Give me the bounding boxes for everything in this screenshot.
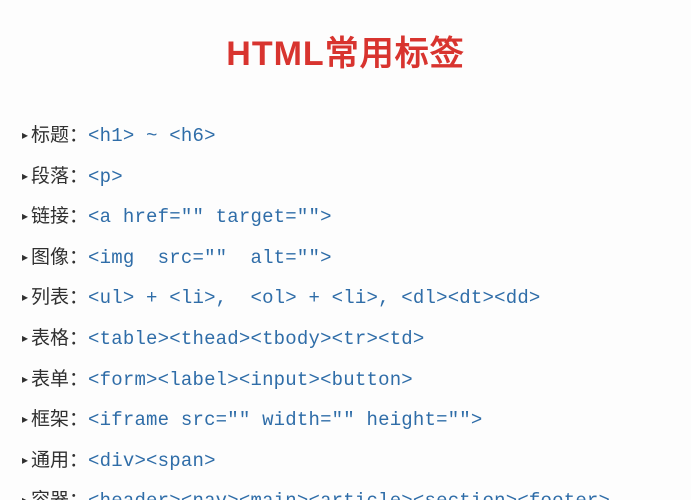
item-label: 表单： bbox=[31, 367, 88, 394]
item-code: <header><nav><main><article><section><fo… bbox=[88, 488, 610, 500]
bullet-icon: ▸ bbox=[22, 289, 28, 306]
item-code: <img src="" alt=""> bbox=[88, 245, 332, 272]
list-item: ▸ 链接： <a href="" target=""> bbox=[22, 204, 679, 231]
list-item: ▸ 列表： <ul> + <li>, <ol> + <li>, <dl><dt>… bbox=[22, 285, 679, 312]
item-code: <h1> ~ <h6> bbox=[88, 123, 216, 150]
item-label: 列表： bbox=[31, 285, 88, 312]
bullet-icon: ▸ bbox=[22, 127, 28, 144]
bullet-icon: ▸ bbox=[22, 492, 28, 500]
item-code: <table><thead><tbody><tr><td> bbox=[88, 326, 424, 353]
item-code: <p> bbox=[88, 164, 123, 191]
bullet-icon: ▸ bbox=[22, 371, 28, 388]
list-item: ▸ 框架： <iframe src="" width="" height=""> bbox=[22, 407, 679, 434]
item-code: <div><span> bbox=[88, 448, 216, 475]
bullet-icon: ▸ bbox=[22, 249, 28, 266]
item-code: <form><label><input><button> bbox=[88, 367, 413, 394]
list-item: ▸ 段落： <p> bbox=[22, 164, 679, 191]
list-item: ▸ 容器： <header><nav><main><article><secti… bbox=[22, 488, 679, 500]
item-code: <iframe src="" width="" height=""> bbox=[88, 407, 482, 434]
bullet-icon: ▸ bbox=[22, 452, 28, 469]
bullet-icon: ▸ bbox=[22, 411, 28, 428]
item-label: 框架： bbox=[31, 407, 88, 434]
item-label: 段落： bbox=[31, 164, 88, 191]
item-label: 标题： bbox=[31, 123, 88, 150]
list-item: ▸ 表单： <form><label><input><button> bbox=[22, 367, 679, 394]
list-item: ▸ 标题： <h1> ~ <h6> bbox=[22, 123, 679, 150]
bullet-icon: ▸ bbox=[22, 330, 28, 347]
page-title: HTML常用标签 bbox=[0, 26, 691, 75]
item-label: 通用： bbox=[31, 448, 88, 475]
item-label: 表格： bbox=[31, 326, 88, 353]
item-code: <ul> + <li>, <ol> + <li>, <dl><dt><dd> bbox=[88, 285, 540, 312]
bullet-icon: ▸ bbox=[22, 168, 28, 185]
item-label: 图像： bbox=[31, 245, 88, 272]
item-label: 容器： bbox=[31, 488, 88, 500]
list-item: ▸ 图像： <img src="" alt=""> bbox=[22, 245, 679, 272]
tag-list: ▸ 标题： <h1> ~ <h6> ▸ 段落： <p> ▸ 链接： <a hre… bbox=[0, 123, 691, 500]
bullet-icon: ▸ bbox=[22, 208, 28, 225]
list-item: ▸ 表格： <table><thead><tbody><tr><td> bbox=[22, 326, 679, 353]
list-item: ▸ 通用： <div><span> bbox=[22, 448, 679, 475]
item-code: <a href="" target=""> bbox=[88, 204, 332, 231]
item-label: 链接： bbox=[31, 204, 88, 231]
